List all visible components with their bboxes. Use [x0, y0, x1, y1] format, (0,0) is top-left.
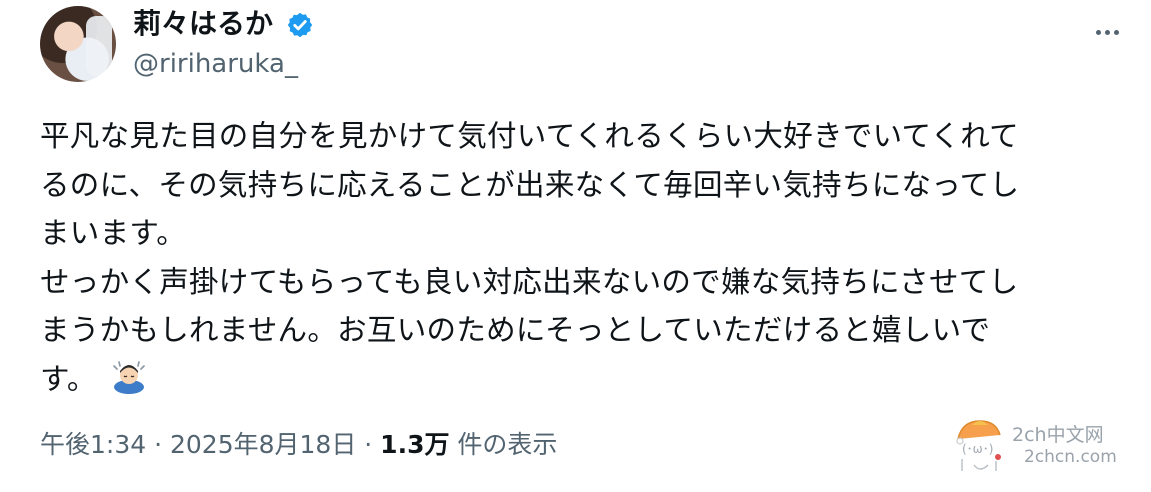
post-line: るのに、その気持ちに応えることが出来なくて毎回辛い気持ちになってし: [40, 167, 1020, 202]
post-metadata: 午後1:34 · 2025年8月18日 · 1.3万 件の表示: [40, 428, 557, 462]
watermark-logo-icon: (･ω･): [956, 420, 1001, 471]
post-time[interactable]: 午後1:34: [40, 430, 146, 459]
view-count-label: 件の表示: [449, 430, 558, 459]
watermark-title: 2ch中文网: [1012, 424, 1104, 446]
person-bowing-emoji-icon: [112, 361, 145, 394]
meta-separator: ·: [146, 430, 170, 459]
more-options-icon[interactable]: [1096, 26, 1132, 38]
post-line: せっかく声掛けてもらっても良い対応出来ないので嫌な気持ちにさせてし: [40, 264, 1019, 299]
meta-separator: ·: [356, 430, 381, 459]
post-line: 平凡な見た目の自分を見かけて気付いてくれるくらい大好きでいてくれて: [40, 119, 1019, 153]
author-avatar[interactable]: [40, 6, 116, 82]
post-last-line: す。: [40, 355, 1120, 404]
view-count: 1.3万: [380, 430, 450, 459]
post-text: 平凡な見た目の自分を見かけて気付いてくれるくらい大好きでいてくれて るのに、その…: [40, 112, 1120, 403]
watermark-domain: 2chcn.com: [1024, 447, 1117, 467]
post-line: まうかもしれません。お互いのためにそっとしていただけると嬉しいで: [40, 313, 991, 347]
post-line: まいます。: [40, 216, 187, 250]
post-date[interactable]: 2025年8月18日: [170, 430, 356, 459]
post-line: す。: [40, 361, 97, 396]
svg-text:(･ω･): (･ω･): [962, 442, 993, 456]
author-display-name[interactable]: 莉々はるか: [133, 6, 273, 42]
verified-badge-icon: [287, 12, 313, 38]
author-handle[interactable]: @ririharuka_: [133, 48, 298, 80]
